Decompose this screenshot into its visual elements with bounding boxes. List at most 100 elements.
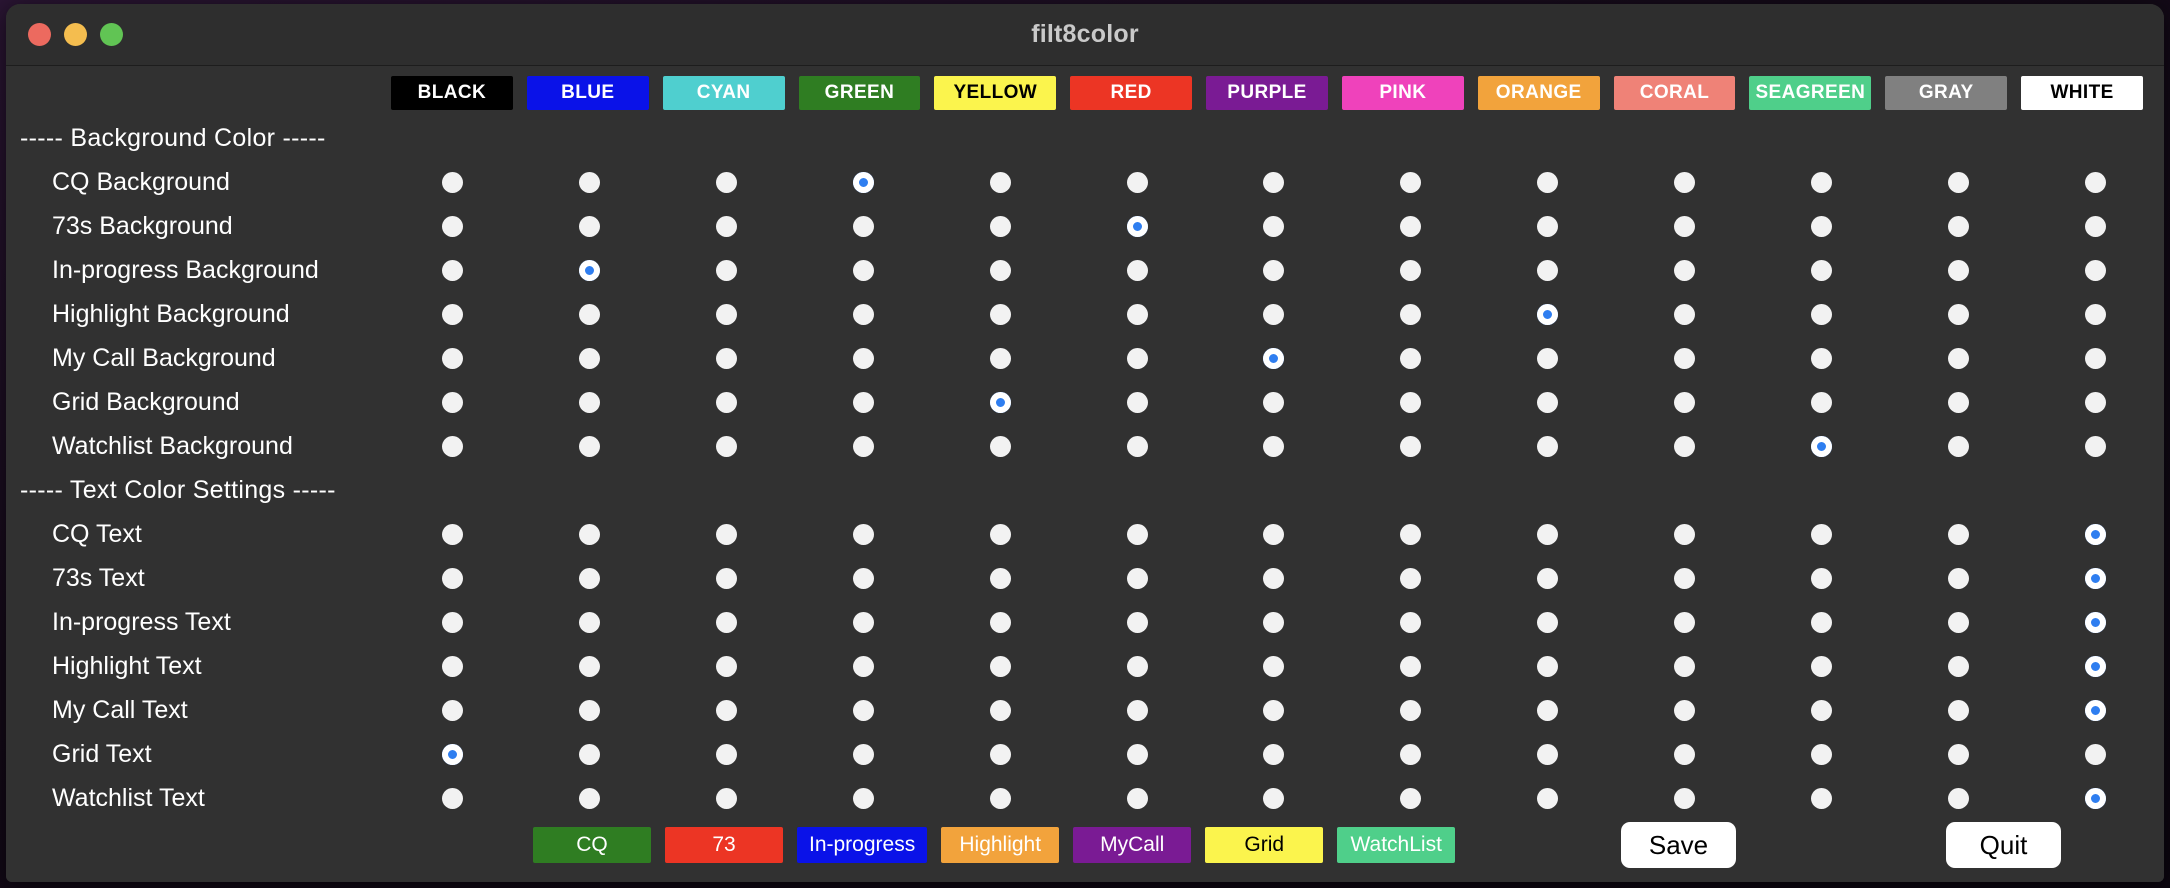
radio-cell[interactable] (1479, 424, 1616, 468)
radio-red[interactable] (1126, 655, 1148, 677)
radio-cyan[interactable] (715, 567, 737, 589)
radio-cell[interactable] (1206, 688, 1343, 732)
radio-cell[interactable] (795, 380, 932, 424)
radio-seagreen[interactable] (1811, 787, 1833, 809)
radio-green[interactable] (852, 699, 874, 721)
radio-cell[interactable] (1753, 600, 1890, 644)
radio-red[interactable] (1126, 259, 1148, 281)
radio-green[interactable] (852, 259, 874, 281)
radio-blue[interactable] (578, 523, 600, 545)
radio-gray[interactable] (1948, 259, 1970, 281)
radio-cell[interactable] (932, 336, 1069, 380)
radio-cell[interactable] (521, 600, 658, 644)
radio-cell[interactable] (1342, 688, 1479, 732)
radio-cell[interactable] (2027, 600, 2164, 644)
radio-cell[interactable] (1616, 336, 1753, 380)
radio-cell[interactable] (658, 556, 795, 600)
radio-orange[interactable] (1537, 743, 1559, 765)
radio-purple[interactable] (1263, 171, 1285, 193)
preview-in-progress[interactable]: In-progress (797, 827, 928, 863)
radio-cell[interactable] (795, 248, 932, 292)
radio-red[interactable] (1126, 435, 1148, 457)
radio-seagreen[interactable] (1811, 391, 1833, 413)
radio-white[interactable] (2085, 699, 2107, 721)
radio-orange[interactable] (1537, 391, 1559, 413)
radio-cell[interactable] (1206, 248, 1343, 292)
radio-cell[interactable] (1753, 160, 1890, 204)
radio-cell[interactable] (1069, 204, 1206, 248)
color-button-seagreen[interactable]: SEAGREEN (1749, 76, 1872, 110)
radio-black[interactable] (441, 215, 463, 237)
radio-cell[interactable] (1890, 424, 2027, 468)
radio-purple[interactable] (1263, 215, 1285, 237)
radio-cell[interactable] (1753, 292, 1890, 336)
radio-white[interactable] (2085, 611, 2107, 633)
radio-cell[interactable] (1069, 512, 1206, 556)
radio-cell[interactable] (658, 688, 795, 732)
radio-cell[interactable] (521, 204, 658, 248)
radio-cell[interactable] (1479, 688, 1616, 732)
radio-cell[interactable] (1479, 336, 1616, 380)
radio-white[interactable] (2085, 523, 2107, 545)
radio-cell[interactable] (1890, 512, 2027, 556)
radio-cell[interactable] (384, 556, 521, 600)
radio-gray[interactable] (1948, 303, 1970, 325)
radio-cell[interactable] (795, 512, 932, 556)
radio-black[interactable] (441, 699, 463, 721)
radio-orange[interactable] (1537, 699, 1559, 721)
radio-cell[interactable] (1069, 160, 1206, 204)
radio-purple[interactable] (1263, 611, 1285, 633)
radio-cell[interactable] (1890, 204, 2027, 248)
radio-cell[interactable] (384, 424, 521, 468)
save-button[interactable]: Save (1621, 822, 1736, 868)
radio-black[interactable] (441, 435, 463, 457)
radio-cell[interactable] (932, 732, 1069, 776)
radio-cell[interactable] (1616, 160, 1753, 204)
radio-cell[interactable] (932, 204, 1069, 248)
radio-white[interactable] (2085, 215, 2107, 237)
radio-cyan[interactable] (715, 787, 737, 809)
radio-cell[interactable] (1069, 336, 1206, 380)
radio-pink[interactable] (1400, 171, 1422, 193)
radio-cell[interactable] (1890, 292, 2027, 336)
radio-cell[interactable] (658, 204, 795, 248)
radio-orange[interactable] (1537, 787, 1559, 809)
radio-white[interactable] (2085, 787, 2107, 809)
radio-cell[interactable] (1616, 600, 1753, 644)
radio-cyan[interactable] (715, 391, 737, 413)
radio-gray[interactable] (1948, 655, 1970, 677)
radio-cell[interactable] (2027, 556, 2164, 600)
radio-cell[interactable] (932, 292, 1069, 336)
radio-blue[interactable] (578, 215, 600, 237)
radio-cell[interactable] (384, 512, 521, 556)
radio-cell[interactable] (658, 644, 795, 688)
radio-cell[interactable] (521, 512, 658, 556)
radio-cell[interactable] (1890, 380, 2027, 424)
radio-cell[interactable] (1616, 732, 1753, 776)
color-button-yellow[interactable]: YELLOW (934, 76, 1057, 110)
radio-cell[interactable] (1342, 248, 1479, 292)
radio-orange[interactable] (1537, 303, 1559, 325)
preview-cq[interactable]: CQ (533, 827, 651, 863)
radio-cell[interactable] (1479, 512, 1616, 556)
radio-purple[interactable] (1263, 259, 1285, 281)
radio-coral[interactable] (1674, 171, 1696, 193)
radio-orange[interactable] (1537, 171, 1559, 193)
radio-red[interactable] (1126, 391, 1148, 413)
radio-white[interactable] (2085, 567, 2107, 589)
radio-cell[interactable] (1616, 292, 1753, 336)
radio-pink[interactable] (1400, 215, 1422, 237)
preview-grid[interactable]: Grid (1205, 827, 1324, 863)
radio-cell[interactable] (1342, 292, 1479, 336)
radio-cyan[interactable] (715, 743, 737, 765)
radio-blue[interactable] (578, 259, 600, 281)
radio-green[interactable] (852, 215, 874, 237)
radio-gray[interactable] (1948, 743, 1970, 765)
radio-yellow[interactable] (989, 655, 1011, 677)
radio-cell[interactable] (1616, 644, 1753, 688)
radio-green[interactable] (852, 655, 874, 677)
radio-cell[interactable] (2027, 380, 2164, 424)
radio-white[interactable] (2085, 391, 2107, 413)
radio-cell[interactable] (1616, 688, 1753, 732)
radio-purple[interactable] (1263, 435, 1285, 457)
